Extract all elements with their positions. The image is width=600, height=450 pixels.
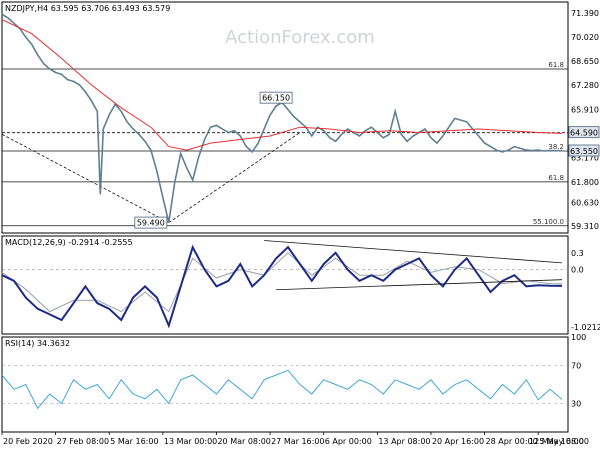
macd-tick-label: 0.3 bbox=[571, 249, 584, 258]
x-tick-label: 20 Feb 2020 bbox=[3, 437, 53, 446]
watermark: ActionForex.com bbox=[225, 27, 375, 48]
x-tick-label: 27 Mar 16:00 bbox=[271, 437, 324, 446]
macd-tick-label: -1.0212 bbox=[571, 323, 600, 332]
price-badge-label: 64.590 bbox=[570, 129, 598, 138]
x-tick-label: 27 Feb 08:00 bbox=[57, 437, 109, 446]
x-tick-label: 5 Mar 16:00 bbox=[110, 437, 158, 446]
fib-level-label: 55.100.0 bbox=[533, 218, 564, 226]
rsi-tick-label: 70 bbox=[571, 362, 581, 371]
price-tick-label: 61.800 bbox=[571, 178, 599, 187]
chart-root: ActionForex.com 71.390 70.020 68.650 67.280 6… bbox=[0, 0, 600, 450]
chart-svg: ActionForex.com 71.390 70.020 68.650 67.280 6… bbox=[1, 1, 600, 446]
panel-frame-rsi bbox=[1, 336, 569, 433]
price-tick-label: 68.650 bbox=[571, 57, 599, 66]
price-tick-label: 65.910 bbox=[571, 105, 599, 114]
rsi-panel-header: RSI(14) 34.3632 bbox=[5, 339, 70, 348]
macd-tick-label: 0.0 bbox=[571, 266, 584, 275]
x-tick-label: 6 Apr 00:00 bbox=[325, 437, 372, 446]
rsi-tick-label: 100 bbox=[571, 333, 586, 342]
price-tick-label: 59.310 bbox=[571, 222, 599, 231]
price-badge-label: 63.550 bbox=[570, 147, 598, 156]
main-panel-header: NZDJPY,H4 63.595 63.706 63.493 63.579 bbox=[5, 4, 170, 13]
x-tick-label: 13 Mar 00:00 bbox=[164, 437, 217, 446]
rsi-tick-label: 30 bbox=[571, 400, 581, 409]
price-tick-label: 67.280 bbox=[571, 81, 599, 90]
fib-level-label: 61.8 bbox=[548, 61, 564, 69]
macd-panel-header: MACD(12,26,9) -0.2914 -0.2555 bbox=[5, 238, 133, 247]
x-tick-label: 20 Mar 08:00 bbox=[217, 437, 270, 446]
trendline bbox=[168, 132, 301, 223]
x-tick-label: 13 Apr 08:00 bbox=[378, 437, 430, 446]
x-tick-label: 20 Apr 16:00 bbox=[432, 437, 484, 446]
macd-trendline bbox=[276, 279, 563, 291]
pivot-annotation-label: 59.490 bbox=[137, 219, 165, 228]
macd-trendline bbox=[264, 240, 563, 264]
fib-level-label: 61.8 bbox=[548, 174, 564, 182]
price-tick-label: 70.020 bbox=[571, 33, 599, 42]
price-tick-label: 71.390 bbox=[571, 9, 599, 18]
trendline bbox=[1, 133, 170, 223]
macd-signal-line bbox=[1, 252, 563, 313]
price-tick-label: 60.630 bbox=[571, 198, 599, 207]
x-tick-label: 12 May 16:00 bbox=[529, 437, 584, 446]
pivot-annotation-label: 66.150 bbox=[262, 94, 290, 103]
rsi-line bbox=[1, 369, 563, 410]
